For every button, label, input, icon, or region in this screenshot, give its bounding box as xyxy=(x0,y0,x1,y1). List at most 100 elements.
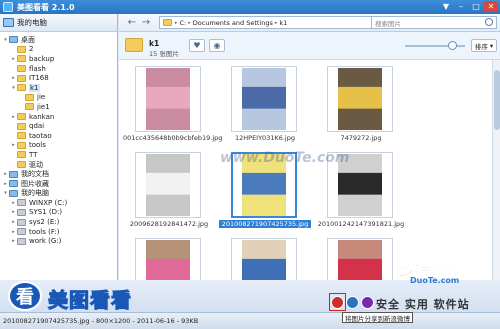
tree-item[interactable]: ▾ 桌面 xyxy=(0,35,117,45)
thumbnail-item[interactable]: 20100124214739​1821.jpg xyxy=(315,150,411,234)
thumbnail-image[interactable] xyxy=(231,152,297,218)
expand-arrow-icon[interactable]: ▸ xyxy=(2,171,9,177)
thumbnail-image[interactable] xyxy=(135,152,201,218)
folder-icon xyxy=(17,45,26,53)
thumbnail-image[interactable] xyxy=(327,238,393,280)
thumbnail-item[interactable]: 20100827190742573​5.jpg xyxy=(219,150,315,234)
thumbnail-image[interactable] xyxy=(327,66,393,132)
vertical-scrollbar[interactable] xyxy=(492,60,500,280)
thumbnail-image[interactable] xyxy=(327,152,393,218)
thumbnail-item[interactable] xyxy=(315,236,411,280)
folder-icon xyxy=(9,36,18,44)
tree-item-label: work (G:) xyxy=(29,237,62,246)
tree-item[interactable]: ▸ 我的文档 xyxy=(0,169,117,179)
tree-item[interactable]: ▸ backup xyxy=(0,54,117,64)
thumbnail-item[interactable]: 7479272.jpg xyxy=(315,64,411,148)
logo-text: 美图看看 xyxy=(48,288,132,313)
folder-icon xyxy=(17,55,26,63)
tree-item[interactable]: 2 xyxy=(0,45,117,55)
tree-header[interactable]: 我的电脑 xyxy=(0,14,117,32)
tree-item[interactable]: flash xyxy=(0,64,117,74)
maximize-button[interactable]: □ xyxy=(469,1,483,12)
breadcrumb-segment[interactable]: C: xyxy=(178,19,189,27)
tree-item[interactable]: ▸ SYS1 (D:) xyxy=(0,208,117,218)
thumbnail-item[interactable]: 2009628192841472.jpg xyxy=(123,150,219,234)
tree-item-label: TT xyxy=(29,150,38,159)
folder-icon xyxy=(17,141,26,149)
thumbnail-image[interactable] xyxy=(231,238,297,280)
breadcrumb-segment[interactable]: Documents and Settings xyxy=(191,19,275,27)
view-button[interactable]: ◉ xyxy=(209,39,225,52)
expand-arrow-icon[interactable]: ▸ xyxy=(10,75,17,81)
drive-icon xyxy=(17,199,26,207)
expand-arrow-icon[interactable]: ▾ xyxy=(10,85,17,91)
share-icon[interactable] xyxy=(346,296,359,309)
tree-item[interactable]: ▸ tools xyxy=(0,141,117,151)
expand-arrow-icon[interactable]: ▸ xyxy=(10,200,17,206)
address-bar[interactable]: ▸ C: ▸ Documents and Settings ▸ k1 ▼ xyxy=(159,16,383,29)
back-button[interactable]: ← xyxy=(125,16,139,30)
expand-arrow-icon[interactable]: ▾ xyxy=(2,37,9,43)
tree-item[interactable]: taotao xyxy=(0,131,117,141)
tree-item-label: SYS1 (D:) xyxy=(29,208,63,217)
tree-item-label: jie xyxy=(37,93,46,102)
search-input[interactable]: 搜索图片 xyxy=(371,16,497,29)
thumbnail-item[interactable]: 001cc435648b0b9cbfeb19.jpg xyxy=(123,64,223,148)
thumbnail-item[interactable] xyxy=(219,236,315,280)
menu-icon[interactable]: ▼ xyxy=(439,1,453,12)
thumbnail-image[interactable] xyxy=(135,66,201,132)
search-icon[interactable] xyxy=(485,18,493,26)
tree-item-label: flash xyxy=(29,64,46,73)
favorite-button[interactable]: ♥ xyxy=(189,39,205,52)
thumbnail-item[interactable]: 12HPEIY031K6.jpg xyxy=(219,64,315,148)
tree-item[interactable]: ▸ sys2 (E:) xyxy=(0,217,117,227)
tree-item[interactable]: ▸ tools (F:) xyxy=(0,227,117,237)
tree-item[interactable]: ▾ k1 xyxy=(0,83,117,93)
photo xyxy=(146,154,190,216)
expand-arrow-icon[interactable]: ▸ xyxy=(10,56,17,62)
share-icon[interactable] xyxy=(361,296,374,309)
expand-arrow-icon[interactable]: ▸ xyxy=(10,114,17,120)
folder-icon xyxy=(9,170,18,178)
slider-knob[interactable] xyxy=(448,41,457,50)
tree-item[interactable]: ▸ work (G:) xyxy=(0,236,117,246)
minimize-button[interactable]: – xyxy=(454,1,468,12)
thumbnail-image[interactable] xyxy=(135,238,201,280)
folder-icon xyxy=(163,19,172,26)
expand-arrow-icon[interactable]: ▸ xyxy=(10,219,17,225)
expand-arrow-icon[interactable]: ▸ xyxy=(2,181,9,187)
thumbnail-item[interactable] xyxy=(123,236,219,280)
folder-tree-panel: 我的电脑 ▾ 桌面 2 ▸ backup flash ▸ IT168 ▾ k1 jie jie1 ▸ ka… xyxy=(0,14,118,280)
folder-icon xyxy=(25,93,34,101)
thumbnail-image[interactable] xyxy=(231,66,297,132)
photo xyxy=(146,240,190,280)
folder-icon xyxy=(17,122,26,130)
scrollbar-thumb[interactable] xyxy=(494,70,500,130)
tree-item[interactable]: ▸ IT168 xyxy=(0,73,117,83)
expand-arrow-icon[interactable]: ▸ xyxy=(10,142,17,148)
thumbnail-filename: 001cc435648b0b9cbfeb19.jpg xyxy=(123,134,223,142)
thumbnail-size-slider[interactable] xyxy=(405,41,465,50)
tree-item-label: 桌面 xyxy=(21,35,35,44)
tree-item[interactable]: 驱动 xyxy=(0,160,117,170)
tree-item[interactable]: ▸ WINXP (C:) xyxy=(0,198,117,208)
tree-item[interactable]: qdai xyxy=(0,121,117,131)
expand-arrow-icon[interactable]: ▸ xyxy=(10,209,17,215)
expand-arrow-icon[interactable]: ▾ xyxy=(2,190,9,196)
sort-button[interactable]: 排序 ▾ xyxy=(471,39,497,52)
folder-icon xyxy=(17,65,26,73)
breadcrumb-segment[interactable]: k1 xyxy=(277,19,289,27)
heart-icon: ♥ xyxy=(193,41,201,50)
forward-button[interactable]: → xyxy=(139,16,153,30)
tree-item[interactable]: jie1 xyxy=(0,102,117,112)
tree-item-label: tools (F:) xyxy=(29,227,60,236)
tree-item-label: backup xyxy=(29,54,55,63)
tree-item[interactable]: ▸ 图片收藏 xyxy=(0,179,117,189)
close-button[interactable]: ✕ xyxy=(484,1,498,12)
tree-item[interactable]: ▸ kankan xyxy=(0,112,117,122)
expand-arrow-icon[interactable]: ▸ xyxy=(10,229,17,235)
tree-item[interactable]: TT xyxy=(0,150,117,160)
expand-arrow-icon[interactable]: ▸ xyxy=(10,238,17,244)
tree-item[interactable]: ▾ 我的电脑 xyxy=(0,189,117,199)
tree-item[interactable]: jie xyxy=(0,93,117,103)
